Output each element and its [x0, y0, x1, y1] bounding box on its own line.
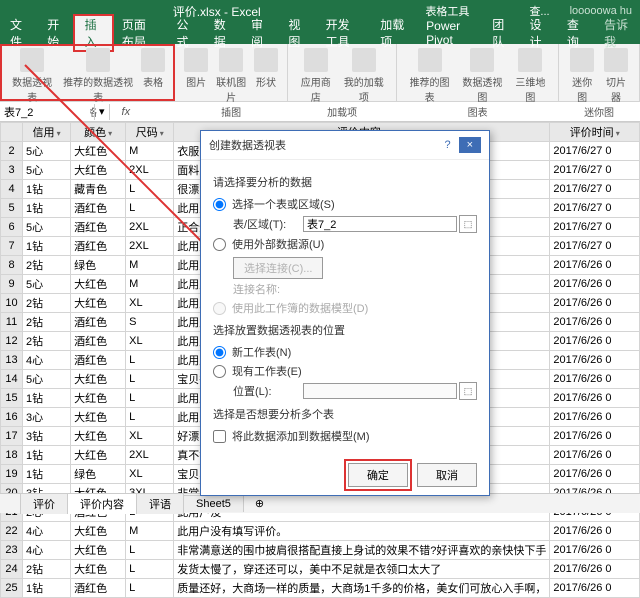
select-all[interactable]: [1, 123, 23, 142]
help-icon[interactable]: ?: [436, 137, 458, 153]
store-icon[interactable]: [304, 48, 328, 72]
row-header[interactable]: 12: [1, 332, 23, 351]
row-header[interactable]: 22: [1, 522, 23, 541]
dialog-title: 创建数据透视表: [209, 137, 436, 153]
pivot-table-icon[interactable]: [20, 48, 44, 72]
row-header[interactable]: 4: [1, 180, 23, 199]
radio-new-sheet[interactable]: 新工作表(N): [213, 344, 477, 360]
table-range-input[interactable]: [303, 216, 457, 232]
row-header[interactable]: 6: [1, 218, 23, 237]
section-multiple-tables: 选择是否想要分析多个表: [213, 406, 477, 422]
row-header[interactable]: 15: [1, 389, 23, 408]
fx-icon[interactable]: fx: [114, 106, 139, 118]
sheet-tabs: 评价 评价内容 评语 Sheet5 ⊕: [0, 493, 640, 513]
name-box[interactable]: [0, 104, 90, 120]
location-label: 位置(L):: [233, 383, 303, 399]
row-header[interactable]: 19: [1, 465, 23, 484]
col-credit[interactable]: 信用: [23, 123, 71, 142]
location-picker-icon[interactable]: ⬚: [459, 382, 477, 400]
dropdown-icon[interactable]: ▾: [99, 105, 105, 118]
col-size[interactable]: 尺码: [126, 123, 174, 142]
row-header[interactable]: 25: [1, 579, 23, 598]
col-time[interactable]: 评价时间: [550, 123, 640, 142]
row-header[interactable]: 11: [1, 313, 23, 332]
ribbon: 数据透视表 推荐的数据透视表 表格 表格 图片 联机图片 形状 插图 应用商店 …: [0, 44, 640, 102]
row-header[interactable]: 9: [1, 275, 23, 294]
ribbon-group-sparklines: 迷你图 切片器 迷你图: [559, 44, 640, 101]
ribbon-group-tables: 数据透视表 推荐的数据透视表 表格 表格: [0, 44, 175, 101]
rec-chart-icon[interactable]: [418, 48, 442, 72]
radio-select-range[interactable]: 选择一个表或区域(S): [213, 196, 477, 212]
section-data-source: 请选择要分析的数据: [213, 174, 477, 190]
picture-icon[interactable]: [184, 48, 208, 72]
dialog-titlebar[interactable]: 创建数据透视表 ? ×: [201, 131, 489, 160]
ribbon-group-addins: 应用商店 我的加载项 加载项: [288, 44, 397, 101]
sheet-tab[interactable]: 评语: [136, 493, 184, 514]
row-header[interactable]: 24: [1, 560, 23, 579]
table-row[interactable]: 251钻酒红色L质量还好，大商场一样的质量，大商场1千多的价格，美女们可放心入手…: [1, 579, 640, 598]
row-header[interactable]: 23: [1, 541, 23, 560]
create-pivot-dialog: 创建数据透视表 ? × 请选择要分析的数据 选择一个表或区域(S) 表/区域(T…: [200, 130, 490, 496]
radio-existing-sheet[interactable]: 现有工作表(E): [213, 363, 477, 379]
shapes-icon[interactable]: [254, 48, 278, 72]
connection-name-label: 连接名称:: [233, 281, 477, 297]
radio-data-model: 使用此工作簿的数据模型(D): [213, 300, 477, 316]
row-header[interactable]: 10: [1, 294, 23, 313]
row-header[interactable]: 5: [1, 199, 23, 218]
row-header[interactable]: 14: [1, 370, 23, 389]
close-icon[interactable]: ×: [459, 137, 481, 153]
ok-button[interactable]: 确定: [348, 463, 408, 487]
row-header[interactable]: 13: [1, 351, 23, 370]
row-header[interactable]: 16: [1, 408, 23, 427]
table-row[interactable]: 234心大红色L非常满意送的围巾披肩很搭配直接上身试的效果不错?好评喜欢的亲快快…: [1, 541, 640, 560]
row-header[interactable]: 17: [1, 427, 23, 446]
online-pic-icon[interactable]: [219, 48, 243, 72]
row-header[interactable]: 7: [1, 237, 23, 256]
cancel-button[interactable]: 取消: [417, 463, 477, 487]
context-tab-title: 表格工具: [425, 3, 469, 19]
row-header[interactable]: 2: [1, 142, 23, 161]
section-placement: 选择放置数据透视表的位置: [213, 322, 477, 338]
sheet-tab[interactable]: Sheet5: [183, 495, 244, 512]
pivot-chart-icon[interactable]: [470, 48, 494, 72]
row-header[interactable]: 8: [1, 256, 23, 275]
map-icon[interactable]: [518, 48, 542, 72]
new-sheet-icon[interactable]: ⊕: [243, 495, 276, 512]
range-picker-icon[interactable]: ⬚: [459, 215, 477, 233]
row-header[interactable]: 18: [1, 446, 23, 465]
ribbon-group-charts: 推荐的图表 数据透视图 三维地图 图表: [397, 44, 559, 101]
menu-bar: 文件 开始 插入 页面布局 公式 数据 审阅 视图 开发工具 加载项 Power…: [0, 22, 640, 44]
radio-external-source[interactable]: 使用外部数据源(U): [213, 236, 477, 252]
sparkline-icon[interactable]: [570, 48, 594, 72]
sheet-tab[interactable]: 评价: [20, 493, 68, 514]
checkbox-add-data-model[interactable]: 将此数据添加到数据模型(M): [213, 428, 477, 444]
myaddin-icon[interactable]: [352, 48, 376, 72]
table-icon[interactable]: [141, 48, 165, 72]
table-row[interactable]: 242钻大红色L发货太慢了，穿还还可以，美中不足就是衣领口太大了2017/6/2…: [1, 560, 640, 579]
location-input[interactable]: [303, 383, 457, 399]
ribbon-group-illustrations: 图片 联机图片 形状 插图: [175, 44, 288, 101]
tab-power[interactable]: Power Pivot: [416, 19, 482, 47]
table-row[interactable]: 224心大红色M此用户没有填写评价。2017/6/26 0: [1, 522, 640, 541]
rec-pivot-icon[interactable]: [86, 48, 110, 72]
table-range-label: 表/区域(T):: [233, 216, 303, 232]
choose-connection-button[interactable]: 选择连接(C)...: [233, 257, 323, 279]
slicer-icon[interactable]: [604, 48, 628, 72]
sheet-tab[interactable]: 评价内容: [67, 493, 137, 514]
col-color[interactable]: 颜色: [71, 123, 126, 142]
row-header[interactable]: 3: [1, 161, 23, 180]
